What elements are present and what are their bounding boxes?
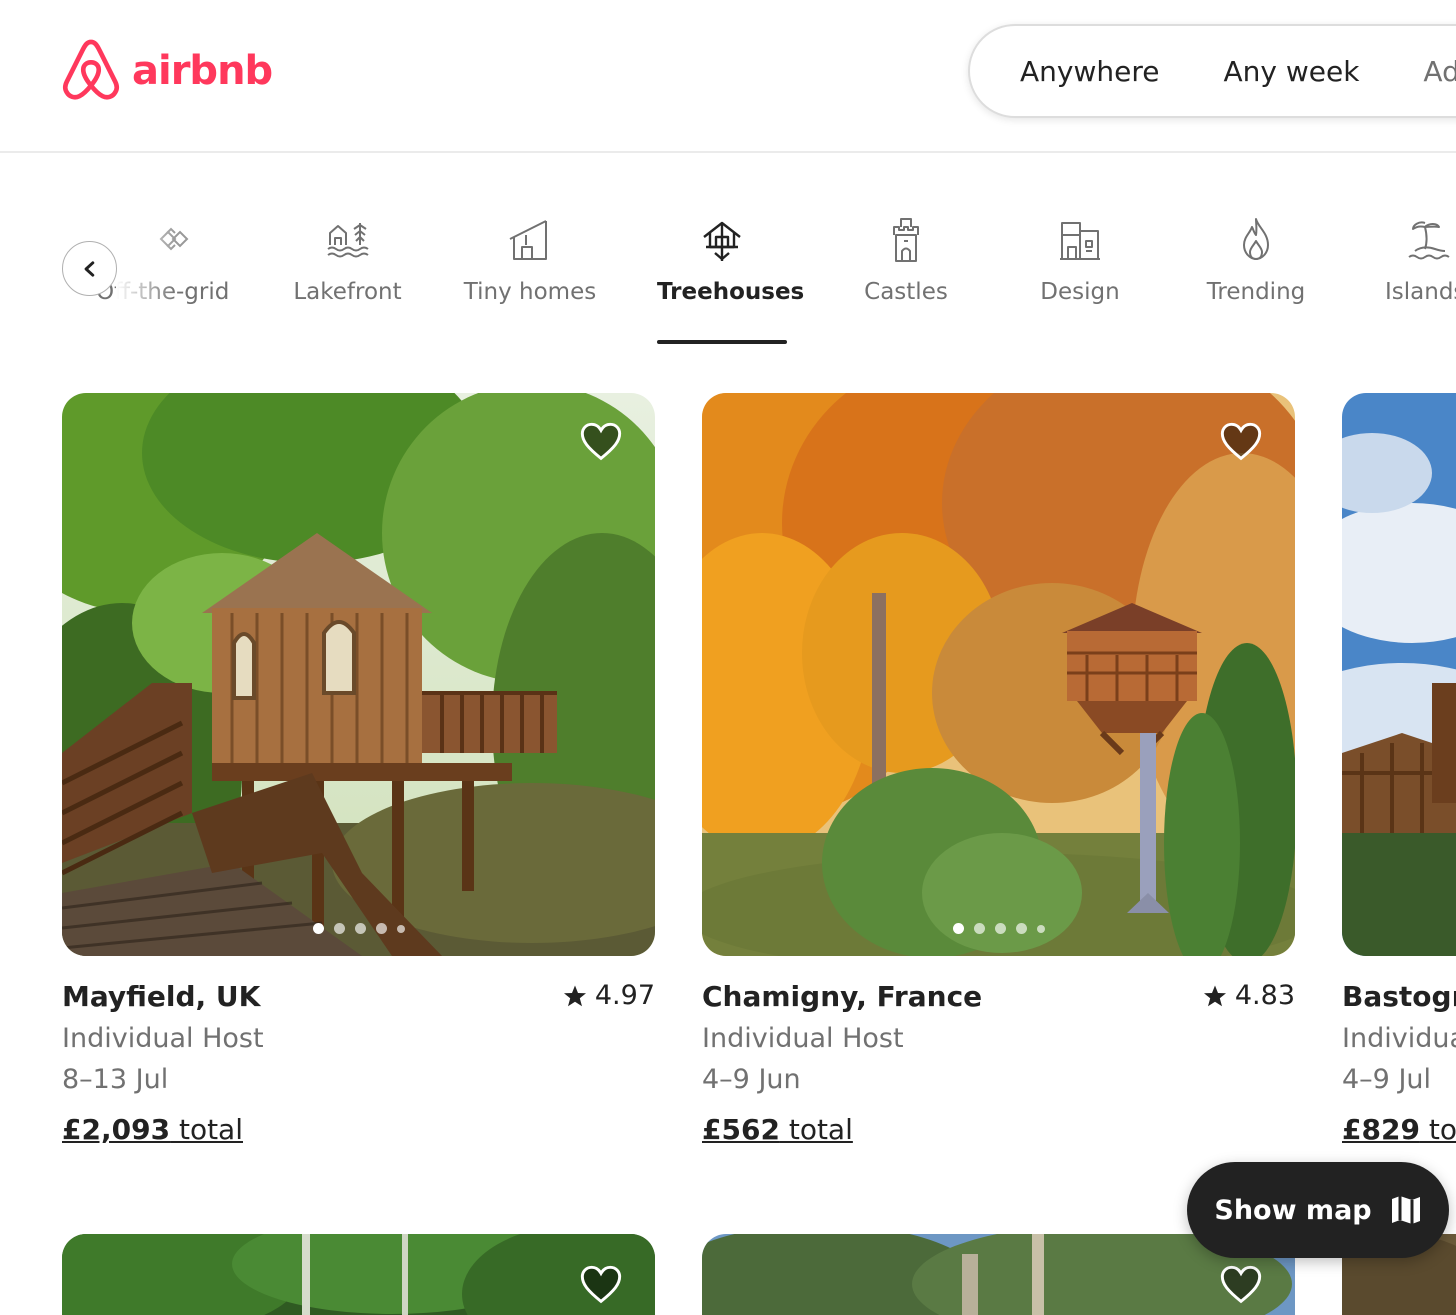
price-suffix: total — [779, 1113, 853, 1146]
listing-dates: 4–9 Jul — [1342, 1064, 1432, 1095]
listing-host: Individual Host — [62, 1023, 264, 1054]
listing-rating: 4.83 — [1203, 980, 1295, 1011]
category-fade — [116, 205, 176, 325]
treehouse-autumn-photo — [702, 393, 1295, 956]
listing-card-photo-cropped[interactable] — [62, 1234, 655, 1315]
heart-icon[interactable] — [1219, 421, 1263, 461]
category-label: Tiny homes — [463, 279, 597, 305]
forest-photo — [62, 1234, 655, 1315]
pagination-dot — [1015, 923, 1027, 934]
category-label: Islands — [1385, 279, 1456, 305]
treehouse-forest-photo — [62, 393, 655, 956]
pagination-dot — [396, 924, 405, 933]
listing-info: Chamigny, France 4.83 Individual Host 4–… — [702, 980, 1295, 1146]
listing-price[interactable]: £829 tot — [1342, 1113, 1456, 1146]
category-label: Trending — [1206, 279, 1306, 305]
search-any-week[interactable]: Any week — [1191, 55, 1391, 88]
category-lakefront[interactable]: Lakefront — [280, 215, 415, 355]
listing-info: Bastogne Individual 4–9 Jul £829 tot — [1342, 980, 1456, 1146]
search-anywhere[interactable]: Anywhere — [970, 55, 1191, 88]
category-label: Lakefront — [293, 279, 402, 305]
pagination-dot — [333, 923, 345, 934]
price-suffix: total — [170, 1113, 243, 1146]
page: airbnb Anywhere Any week Add guests Off-… — [0, 0, 1456, 1315]
photo-pagination-dots — [702, 923, 1295, 934]
price-amount: £562 — [702, 1113, 780, 1146]
price-amount: £829 — [1342, 1113, 1420, 1146]
chevron-left-icon — [84, 260, 94, 277]
rating-value: 4.83 — [1234, 980, 1295, 1011]
listing-rating: 4.97 — [563, 980, 655, 1011]
category-islands[interactable]: Islands — [1385, 215, 1456, 355]
island-icon — [1408, 221, 1450, 260]
category-castles[interactable]: Castles — [852, 215, 960, 355]
listing-photo[interactable] — [62, 393, 655, 956]
airbnb-logo-icon — [63, 39, 119, 100]
category-scroll-left-button[interactable] — [62, 241, 117, 296]
category-treehouses[interactable]: Treehouses — [657, 215, 805, 355]
listing-card[interactable]: Bastogne Individual 4–9 Jul £829 tot — [1342, 393, 1456, 1146]
listing-location: Bastogne — [1342, 980, 1456, 1013]
listing-dates: 4–9 Jun — [702, 1064, 801, 1095]
pagination-dot — [1036, 924, 1045, 933]
listing-price[interactable]: £2,093 total — [62, 1113, 655, 1146]
airbnb-logo[interactable]: airbnb — [60, 38, 273, 104]
listing-photo[interactable] — [702, 393, 1295, 956]
listing-dates: 8–13 Jul — [62, 1064, 169, 1095]
top-header: airbnb Anywhere Any week Add guests — [0, 0, 1456, 153]
pagination-dot — [375, 923, 387, 934]
show-map-button[interactable]: Show map — [1187, 1162, 1449, 1258]
category-design[interactable]: Design — [1030, 215, 1130, 355]
lakefront-icon — [326, 223, 369, 258]
heart-icon[interactable] — [579, 1264, 623, 1304]
active-category-underline — [657, 340, 787, 344]
listing-host: Individual Host — [702, 1023, 904, 1054]
listing-info: Mayfield, UK 4.97 Individual Host 8–13 J… — [62, 980, 655, 1146]
flame-icon — [1243, 218, 1269, 260]
design-icon — [1060, 222, 1100, 260]
airbnb-wordmark: airbnb — [132, 48, 273, 94]
heart-icon[interactable] — [579, 421, 623, 461]
pagination-dot — [973, 923, 985, 934]
star-icon — [1203, 985, 1226, 1006]
listing-photo[interactable] — [1342, 393, 1456, 956]
treehouse-icon — [703, 221, 741, 261]
listing-host: Individual — [1342, 1023, 1456, 1054]
map-icon — [1391, 1196, 1420, 1224]
listing-card[interactable]: Mayfield, UK 4.97 Individual Host 8–13 J… — [62, 393, 655, 1146]
price-amount: £2,093 — [62, 1113, 171, 1146]
castle-icon — [893, 218, 919, 262]
tiny-home-icon — [509, 220, 547, 260]
pagination-dot — [354, 923, 366, 934]
search-add-guests[interactable]: Add guests — [1391, 55, 1456, 88]
show-map-label: Show map — [1214, 1194, 1372, 1226]
category-label: Treehouses — [657, 279, 805, 305]
rating-value: 4.97 — [594, 980, 655, 1011]
listing-card[interactable]: Chamigny, France 4.83 Individual Host 4–… — [702, 393, 1295, 1146]
pagination-dot — [952, 923, 964, 934]
star-icon — [563, 985, 586, 1006]
heart-icon[interactable] — [1219, 1264, 1263, 1304]
category-trending[interactable]: Trending — [1200, 215, 1312, 355]
category-tiny-homes[interactable]: Tiny homes — [460, 215, 600, 355]
photo-pagination-dots — [62, 923, 655, 934]
category-label: Design — [1040, 279, 1120, 305]
pagination-dot — [312, 923, 324, 934]
category-label: Castles — [864, 279, 948, 305]
treehouse-sky-photo — [1342, 393, 1456, 956]
search-bar[interactable]: Anywhere Any week Add guests — [968, 24, 1456, 118]
listing-price[interactable]: £562 total — [702, 1113, 1295, 1146]
pagination-dot — [994, 923, 1006, 934]
price-suffix: tot — [1428, 1113, 1456, 1146]
